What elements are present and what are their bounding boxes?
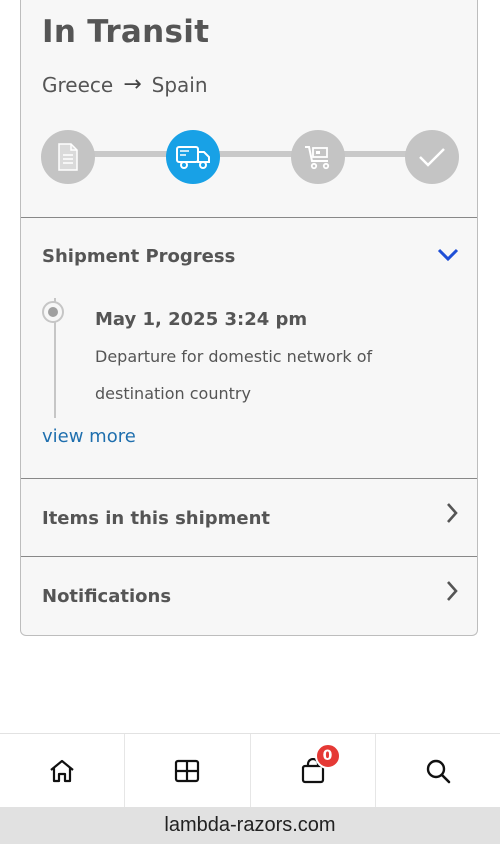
document-icon — [58, 143, 78, 171]
step-document — [41, 130, 95, 184]
cart-count-badge: 0 — [314, 743, 341, 769]
step-delivered — [405, 130, 459, 184]
progress-track — [69, 151, 435, 157]
items-section-title: Items in this shipment — [42, 508, 271, 529]
nav-cart-button[interactable]: 0 — [251, 734, 376, 808]
home-icon — [50, 759, 74, 783]
browser-url: lambda-razors.com — [164, 814, 336, 836]
shipment-status-title: In Transit — [42, 14, 210, 50]
truck-icon — [176, 146, 210, 169]
notifications-section-title: Notifications — [42, 586, 172, 607]
shipment-route: Greece → Spain — [42, 72, 208, 97]
checkmark-icon — [419, 148, 445, 167]
chevron-right-icon — [447, 581, 458, 601]
browser-url-bar[interactable]: lambda-razors.com — [0, 807, 500, 844]
shipment-card: In Transit Greece → Spain Shipment Progr… — [20, 0, 478, 636]
step-in-transit — [166, 130, 220, 184]
shipment-progress-header[interactable]: Shipment Progress — [42, 246, 235, 267]
cart-icon — [305, 146, 330, 170]
nav-categories-button[interactable] — [125, 734, 251, 808]
timeline-dot — [42, 301, 64, 323]
route-origin: Greece — [42, 72, 114, 97]
event-date: May 1, 2025 3:24 pm — [95, 309, 308, 330]
arrow-right-icon: → — [123, 72, 142, 97]
search-icon — [426, 759, 451, 784]
chevron-right-icon — [447, 503, 458, 523]
items-section[interactable]: Items in this shipment — [21, 478, 477, 557]
bottom-nav: 0 — [0, 733, 500, 808]
view-more-link[interactable]: view more — [42, 426, 136, 447]
chevron-down-icon[interactable] — [437, 248, 459, 262]
nav-search-button[interactable] — [376, 734, 500, 808]
event-description: Departure for domestic network of destin… — [95, 347, 373, 403]
route-destination: Spain — [151, 72, 208, 97]
nav-home-button[interactable] — [0, 734, 126, 808]
grid-icon — [175, 759, 200, 783]
notifications-section[interactable]: Notifications — [21, 556, 477, 635]
step-delivery — [291, 130, 345, 184]
